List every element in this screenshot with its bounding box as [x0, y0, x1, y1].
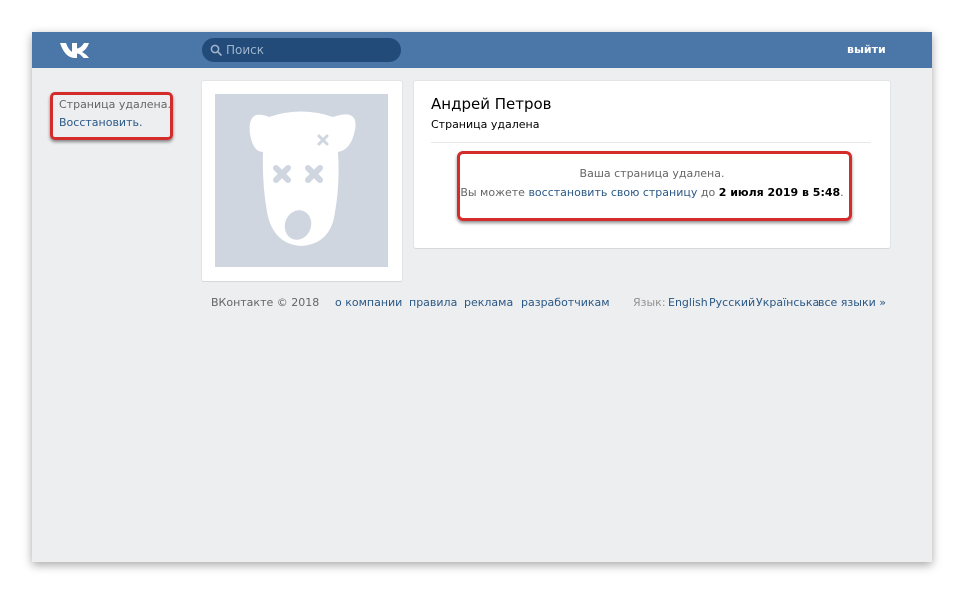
profile-status: Страница удалена	[431, 118, 540, 131]
search-placeholder: Поиск	[226, 43, 265, 57]
search-icon	[210, 44, 222, 56]
footer-link-about[interactable]: о компании	[335, 296, 402, 310]
footer-link-developers[interactable]: разработчикам	[521, 296, 610, 310]
dead-dog-icon	[249, 111, 356, 246]
footer-language-all[interactable]: все языки »	[818, 296, 886, 310]
vk-logo-icon[interactable]	[58, 40, 90, 60]
search-input[interactable]: Поиск	[202, 38, 401, 62]
footer-copyright: ВКонтакте © 2018	[211, 296, 320, 309]
footer-language-label: Язык:	[633, 296, 666, 309]
logout-link[interactable]: выйти	[847, 43, 886, 57]
highlight-frame-sidebar	[50, 92, 173, 140]
profile-name: Андрей Петров	[431, 95, 552, 113]
avatar-card	[202, 81, 402, 281]
highlight-frame-main	[457, 151, 852, 221]
footer-link-ads[interactable]: реклама	[464, 296, 513, 310]
top-navigation-bar: Поиск выйти	[32, 32, 932, 68]
footer-language-english[interactable]: English	[668, 296, 708, 310]
footer-language-russian[interactable]: Русский	[709, 296, 755, 310]
deleted-user-avatar	[215, 94, 388, 267]
footer: ВКонтакте © 2018 о компании правила рекл…	[32, 296, 932, 312]
divider	[431, 142, 871, 143]
footer-link-rules[interactable]: правила	[409, 296, 457, 310]
browser-page: Поиск выйти Страница удалена. Восстанови…	[32, 32, 932, 562]
footer-language-ukrainian[interactable]: Українська	[756, 296, 819, 310]
